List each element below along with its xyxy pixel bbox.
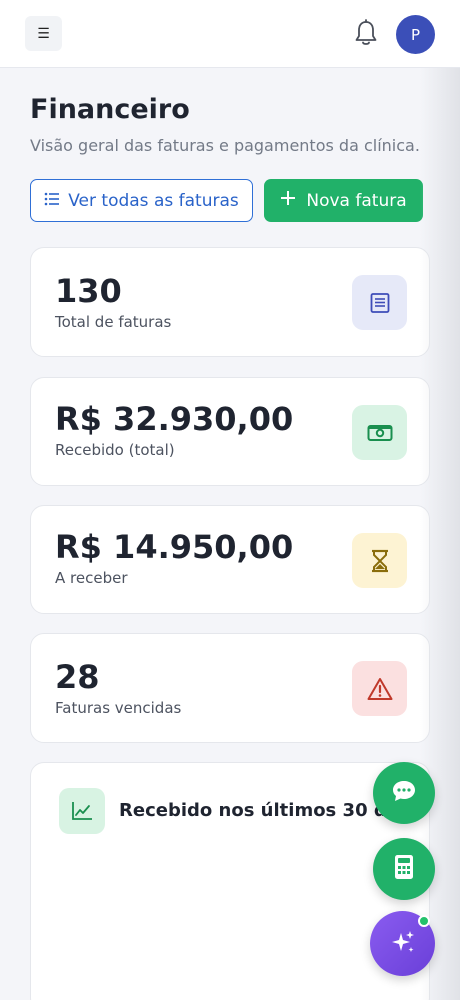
- calculator-fab[interactable]: [373, 838, 435, 900]
- view-all-invoices-label: Ver todas as faturas: [68, 190, 239, 211]
- page-title: Financeiro: [30, 94, 190, 125]
- chat-icon: [391, 779, 417, 807]
- menu-icon: ☰: [37, 25, 50, 42]
- page-subtitle: Visão geral das faturas e pagamentos da …: [30, 136, 420, 155]
- line-chart-icon: [59, 788, 105, 834]
- menu-button[interactable]: ☰: [25, 16, 62, 51]
- online-status-dot: [418, 915, 430, 927]
- stat-label: Total de faturas: [55, 313, 172, 331]
- stat-value: 130: [55, 272, 122, 310]
- stat-value: R$ 14.950,00: [55, 528, 294, 566]
- calculator-icon: [394, 854, 414, 884]
- invoice-icon: [352, 275, 407, 330]
- stat-label: Faturas vencidas: [55, 699, 182, 717]
- stat-card-receivable: R$ 14.950,00 A receber: [30, 505, 430, 614]
- stat-card-received: R$ 32.930,00 Recebido (total): [30, 377, 430, 486]
- new-invoice-label: Nova fatura: [306, 190, 407, 211]
- stat-label: Recebido (total): [55, 441, 175, 459]
- new-invoice-button[interactable]: Nova fatura: [264, 179, 423, 222]
- received-chart-card: Recebido nos últimos 30 dias: [30, 762, 430, 1000]
- warning-icon: [352, 661, 407, 716]
- avatar[interactable]: P: [396, 15, 435, 54]
- chat-fab[interactable]: [373, 762, 435, 824]
- plus-icon: [280, 190, 296, 211]
- top-bar: ☰ P: [0, 0, 460, 68]
- avatar-initial: P: [410, 25, 421, 44]
- stat-value: R$ 32.930,00: [55, 400, 294, 438]
- chart-title: Recebido nos últimos 30 dias: [119, 800, 416, 821]
- stat-value: 28: [55, 658, 100, 696]
- view-all-invoices-button[interactable]: Ver todas as faturas: [30, 179, 253, 222]
- sparkles-icon: [389, 928, 417, 960]
- hourglass-icon: [352, 533, 407, 588]
- bell-icon[interactable]: [353, 19, 379, 47]
- stat-label: A receber: [55, 569, 128, 587]
- list-icon: [44, 191, 60, 211]
- money-icon: [352, 405, 407, 460]
- stat-card-overdue: 28 Faturas vencidas: [30, 633, 430, 743]
- stat-card-total-invoices: 130 Total de faturas: [30, 247, 430, 357]
